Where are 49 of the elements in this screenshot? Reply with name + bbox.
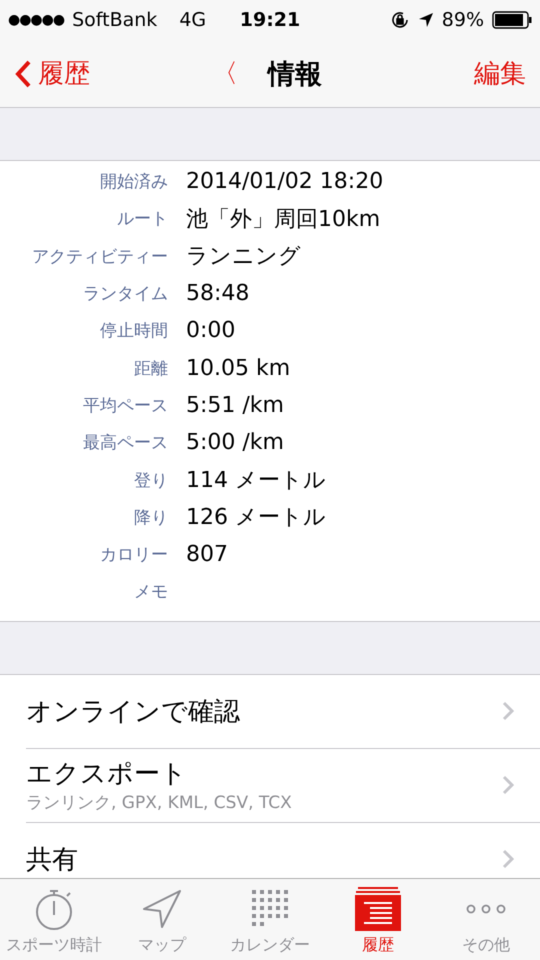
detail-label: カロリー [99,544,168,566]
edit-button[interactable]: 編集 [474,56,526,91]
detail-label: ランタイム [82,283,168,306]
tab-item[interactable]: スポーツ時計 [0,879,108,960]
chevron-right-icon [502,849,514,870]
previous-button[interactable]: 〈 [212,56,238,91]
tab-item[interactable]: マップ [108,879,216,960]
status-time: 19:21 [240,9,300,31]
detail-label: 距離 [133,358,168,380]
tab-item[interactable]: その他 [432,879,540,960]
signal-dots: ●●●●● [8,12,64,28]
detail-label: アクティビティー [31,246,168,268]
network-type: 4G [179,9,206,31]
detail-value: 2014/01/02 18:20 [186,169,384,194]
detail-label: 開始済み [99,171,168,194]
navigation-arrow-icon [140,887,184,931]
chevron-right-icon [502,775,514,796]
more-icon [466,904,506,914]
chevron-right-icon [502,701,514,722]
detail-value: 807 [186,542,228,568]
detail-label: ルート [116,208,168,230]
detail-value: 114 メートル [186,467,326,496]
history-list-icon [355,887,401,931]
battery-icon [492,11,532,29]
tab-item[interactable]: カレンダー [216,879,324,960]
tab-item[interactable]: 履歴 [324,879,432,960]
chevron-left-icon [14,58,32,88]
action-row[interactable]: エクスポート ランリンク, GPX, KML, CSV, TCX [26,748,540,823]
detail-value: 58:48 [186,281,250,306]
detail-label: 登り [133,470,168,492]
rotation-lock-icon [390,10,410,30]
detail-value: 池「外」周回10km [186,206,380,234]
detail-value: 0:00 [186,318,236,344]
detail-label: 平均ペース [82,394,168,417]
detail-label: メモ [133,581,168,604]
back-button[interactable]: 履歴 [14,56,90,91]
detail-value: ランニング [186,243,301,272]
location-arrow-icon [418,12,434,28]
detail-value: 5:00 /km [186,430,284,456]
nav-title: 情報 [268,58,322,92]
carrier-name: SoftBank [72,9,158,31]
detail-value: 126 メートル [186,504,326,532]
detail-value: 5:51 /km [186,392,284,418]
battery-percent: 89% [442,9,484,31]
detail-value: 10.05 km [186,356,290,381]
detail-label: 最高ペース [82,432,168,454]
detail-label: 停止時間 [99,320,168,342]
detail-label: 降り [133,506,168,529]
action-row[interactable]: オンラインで確認 [26,674,540,749]
